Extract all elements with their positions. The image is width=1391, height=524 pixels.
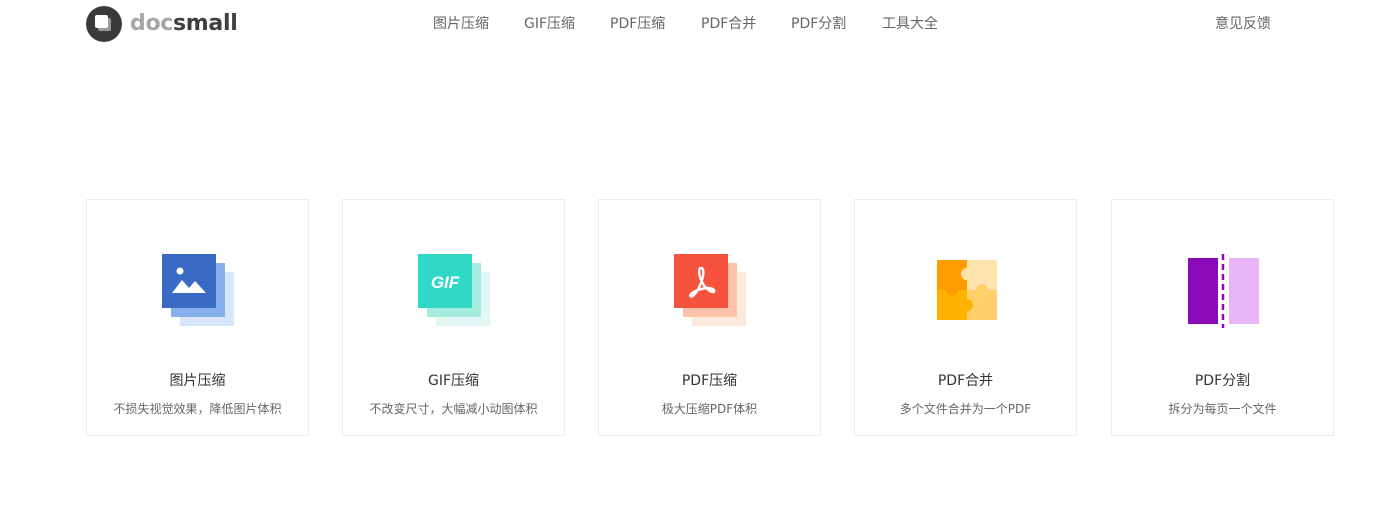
card-pdf-merge[interactable]: PDF合并 多个文件合并为一个PDF	[854, 199, 1077, 436]
card-description: 不损失视觉效果，降低图片体积	[113, 402, 282, 416]
card-pdf-compress[interactable]: PDF压缩 极大压缩PDF体积	[598, 199, 821, 436]
gif-icon-text: GIF	[431, 273, 460, 292]
card-description: 多个文件合并为一个PDF	[899, 402, 1032, 416]
card-title: PDF分割	[1194, 373, 1251, 389]
card-title: GIF压缩	[427, 373, 480, 389]
card-title: PDF合并	[937, 373, 994, 389]
card-title: 图片压缩	[169, 373, 226, 389]
card-description: 极大压缩PDF体积	[661, 402, 758, 416]
image-compress-icon	[162, 254, 234, 326]
card-pdf-split[interactable]: PDF分割 拆分为每页一个文件	[1111, 199, 1334, 436]
nav-item-image-compress[interactable]: 图片压缩	[433, 14, 489, 34]
nav-item-pdf-compress[interactable]: PDF压缩	[610, 14, 665, 34]
tool-cards: 图片压缩 不损失视觉效果，降低图片体积 GIF GIF压缩 不改变尺寸，大幅减小…	[0, 199, 1391, 439]
nav-item-tools[interactable]: 工具大全	[882, 14, 938, 34]
puzzle-merge-icon	[937, 260, 997, 320]
card-image-compress[interactable]: 图片压缩 不损失视觉效果，降低图片体积	[86, 199, 309, 436]
main-nav: 图片压缩 GIF压缩 PDF压缩 PDF合并 PDF分割 工具大全 意见反馈	[0, 14, 1391, 34]
nav-item-pdf-merge[interactable]: PDF合并	[701, 14, 756, 34]
feedback-link[interactable]: 意见反馈	[1215, 14, 1271, 34]
nav-item-pdf-split[interactable]: PDF分割	[791, 14, 846, 34]
top-navbar: docsmall 图片压缩 GIF压缩 PDF压缩 PDF合并 PDF分割 工具…	[0, 0, 1391, 46]
card-description: 不改变尺寸，大幅减小动图体积	[369, 402, 538, 416]
pdf-compress-icon	[674, 254, 746, 326]
card-description: 拆分为每页一个文件	[1168, 402, 1277, 416]
split-icon	[1188, 254, 1259, 328]
gif-compress-icon: GIF	[418, 254, 490, 326]
card-title: PDF压缩	[681, 373, 738, 389]
nav-item-gif-compress[interactable]: GIF压缩	[524, 14, 575, 34]
card-gif-compress[interactable]: GIF GIF压缩 不改变尺寸，大幅减小动图体积	[342, 199, 565, 436]
